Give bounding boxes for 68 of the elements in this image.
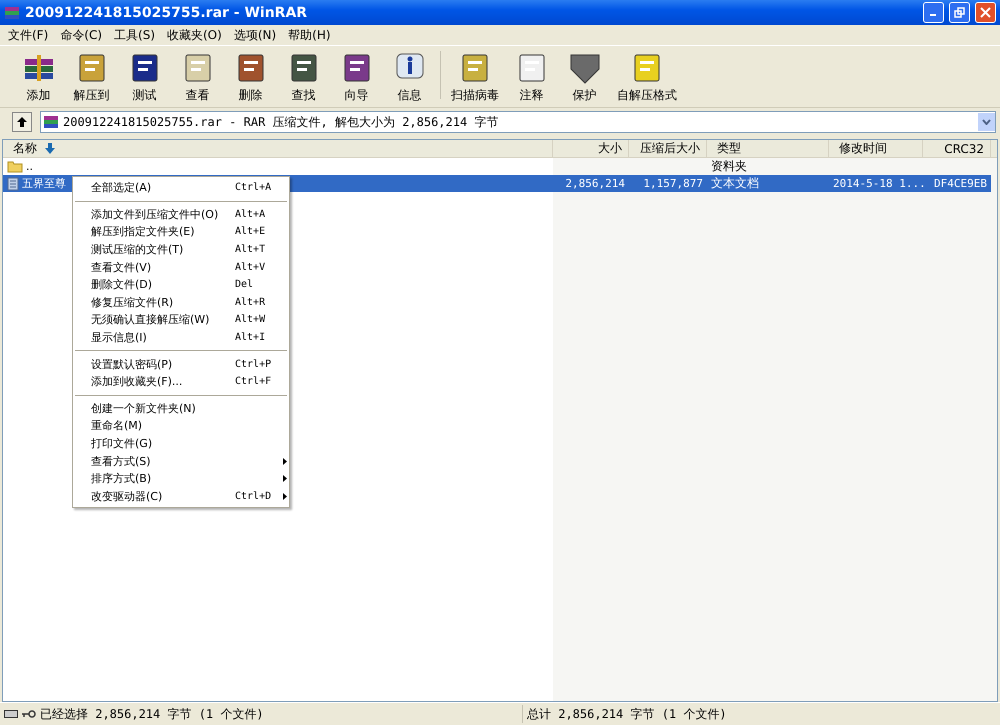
address-field[interactable]: 200912241815025755.rar - RAR 压缩文件, 解包大小为 2,856,214 字节 bbox=[40, 111, 996, 133]
close-button[interactable] bbox=[975, 2, 996, 23]
column-header[interactable]: 修改时间 bbox=[829, 140, 923, 157]
sort-arrow-icon bbox=[45, 143, 55, 154]
close-icon bbox=[980, 7, 991, 18]
context-menu-item[interactable]: 无须确认直接解压缩(W) Alt+W bbox=[73, 311, 289, 329]
context-menu-item[interactable]: 查看文件(V) Alt+V bbox=[73, 258, 289, 276]
toolbar-button[interactable]: 查看 bbox=[171, 51, 224, 104]
context-menu-item[interactable]: 删除文件(D) Del bbox=[73, 276, 289, 294]
restore-button[interactable] bbox=[949, 2, 970, 23]
context-menu-item[interactable]: 显示信息(I) Alt+I bbox=[73, 328, 289, 346]
packed-size-cell-text: 1,157,877 bbox=[642, 177, 704, 190]
toolbar-button[interactable]: 扫描病毒 bbox=[445, 51, 505, 104]
menu-item[interactable]: 帮助(H) bbox=[282, 26, 337, 44]
context-menu-item[interactable]: 重命名(M) bbox=[73, 417, 289, 435]
up-button[interactable] bbox=[12, 112, 32, 132]
status-text: 已经选择 2,856,214 字节 (1 个文件) bbox=[40, 706, 264, 722]
toolbar-button[interactable]: 测试 bbox=[118, 51, 171, 104]
archive-icon bbox=[43, 114, 59, 130]
status-text: 总计 2,856,214 字节 (1 个文件) bbox=[527, 706, 727, 722]
context-menu-item[interactable]: 改变驱动器(C) Ctrl+D bbox=[73, 488, 289, 506]
column-header[interactable]: 类型 bbox=[707, 140, 829, 157]
menu-item[interactable]: 选项(N) bbox=[228, 26, 282, 44]
minimize-button[interactable] bbox=[923, 2, 944, 23]
type-cell-text: 资料夹 bbox=[710, 158, 748, 175]
context-menu-item[interactable]: 创建一个新文件夹(N) bbox=[73, 400, 289, 418]
toolbar-button[interactable]: 解压到 bbox=[65, 51, 118, 104]
context-menu-item[interactable]: 添加文件到压缩文件中(O) Alt+A bbox=[73, 206, 289, 224]
document-icon bbox=[7, 176, 19, 190]
toolbar-button[interactable]: 信息 bbox=[383, 51, 436, 104]
context-menu-item[interactable]: 排序方式(B) bbox=[73, 470, 289, 488]
menu-item[interactable]: 收藏夹(O) bbox=[161, 26, 228, 44]
file-row[interactable]: .. 资料夹 bbox=[3, 158, 991, 175]
chevron-down-icon bbox=[982, 119, 991, 125]
toolbar-button[interactable]: 向导 bbox=[330, 51, 383, 104]
context-menu-item[interactable]: 测试压缩的文件(T) Alt+T bbox=[73, 240, 289, 258]
column-header[interactable]: 大小 bbox=[553, 140, 629, 157]
context-menu-item[interactable]: 解压到指定文件夹(E) Alt+E bbox=[73, 223, 289, 241]
context-menu-item[interactable]: 添加到收藏夹(F)... Ctrl+F bbox=[73, 372, 289, 391]
file-name: 五界至尊 bbox=[22, 176, 66, 191]
archive-icon bbox=[4, 4, 20, 20]
menu-item[interactable]: 工具(S) bbox=[108, 26, 161, 44]
toolbar-button[interactable]: 注释 bbox=[505, 51, 558, 104]
context-menu-item[interactable]: 设置默认密码(P) Ctrl+P bbox=[73, 355, 289, 373]
toolbar-button[interactable]: 查找 bbox=[277, 51, 330, 104]
context-menu-item[interactable]: 修复压缩文件(R) Alt+R bbox=[73, 294, 289, 312]
up-arrow-icon bbox=[16, 116, 28, 128]
modified-cell-text: 2014-5-18 1... bbox=[832, 177, 923, 190]
dropdown-button[interactable] bbox=[978, 113, 995, 131]
context-menu-item[interactable]: 查看方式(S) bbox=[73, 452, 289, 470]
column-header[interactable]: CRC32 bbox=[923, 140, 991, 157]
restore-icon bbox=[954, 7, 965, 18]
menu-item[interactable]: 命令(C) bbox=[54, 26, 108, 44]
menu-item[interactable]: 文件(F) bbox=[2, 26, 54, 44]
window-title: 200912241815025755.rar - WinRAR bbox=[25, 4, 308, 20]
context-menu-item[interactable]: 打印文件(G) bbox=[73, 434, 289, 452]
key-icon bbox=[22, 709, 36, 719]
type-cell-text: 文本文档 bbox=[710, 175, 760, 192]
file-name: .. bbox=[26, 160, 33, 173]
column-header[interactable]: 名称 bbox=[3, 140, 553, 157]
toolbar-button[interactable]: 自解压格式 bbox=[611, 51, 683, 104]
toolbar-button[interactable]: 保护 bbox=[558, 51, 611, 104]
crc-cell-text: DF4CE9EB bbox=[933, 177, 988, 190]
toolbar-button[interactable]: 添加 bbox=[12, 51, 65, 104]
size-cell-text: 2,856,214 bbox=[564, 177, 626, 190]
drive-icon bbox=[4, 709, 18, 719]
column-header[interactable]: 压缩后大小 bbox=[629, 140, 707, 157]
toolbar-button[interactable]: 删除 bbox=[224, 51, 277, 104]
